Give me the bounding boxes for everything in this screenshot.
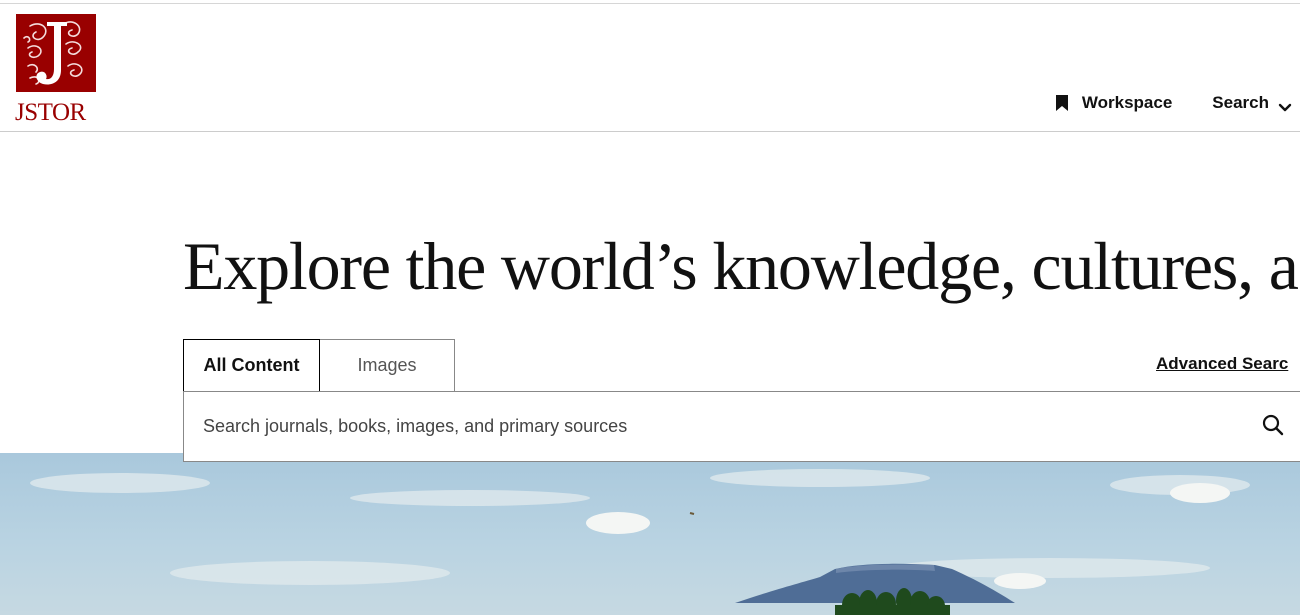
tab-images[interactable]: Images [320, 339, 455, 391]
advanced-search-link[interactable]: Advanced Searc [1156, 354, 1288, 374]
hero-title: Explore the world’s knowledge, cultures,… [183, 228, 1299, 304]
search-box [183, 391, 1300, 462]
search-submit-button[interactable] [1259, 413, 1287, 441]
hero-landscape-image [0, 453, 1300, 615]
workspace-link[interactable]: Workspace [1055, 93, 1173, 113]
jstor-home-page: JSTOR Workspace Search Explore the world… [0, 0, 1300, 615]
tab-all-content[interactable]: All Content [183, 339, 320, 391]
logo-wordmark: JSTOR [15, 99, 86, 126]
search-menu-label: Search [1212, 93, 1269, 112]
main-nav: Workspace Search [1055, 88, 1300, 118]
workspace-label: Workspace [1081, 93, 1173, 112]
search-menu-toggle[interactable]: Search [1212, 93, 1292, 113]
search-input[interactable] [203, 392, 1243, 461]
search-type-tabs: All Content Images [183, 339, 455, 391]
chevron-down-icon [1278, 98, 1292, 112]
site-header: JSTOR Workspace Search [0, 4, 1300, 132]
jstor-logo-mark-icon [16, 14, 96, 92]
bookmark-icon [1055, 95, 1068, 111]
jstor-logo-link[interactable]: JSTOR [15, 14, 99, 128]
search-icon [1262, 414, 1284, 441]
